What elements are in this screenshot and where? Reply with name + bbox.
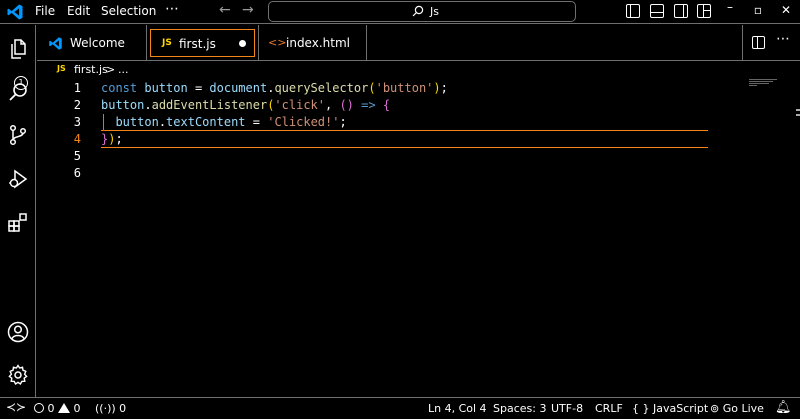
line-number: 2: [73, 98, 81, 112]
breadcrumb-more[interactable]: ...: [118, 63, 129, 76]
bell-icon[interactable]: 🔔︎: [775, 400, 792, 415]
warning-icon: [58, 403, 70, 413]
scroll-marker: [796, 114, 800, 116]
problems-indicator[interactable]: 0 0: [34, 402, 81, 415]
indentation[interactable]: Spaces: 3: [493, 402, 546, 415]
encoding[interactable]: UTF-8: [551, 402, 583, 415]
tab-welcome[interactable]: Welcome: [39, 29, 146, 57]
code-editor[interactable]: 1 2 3 4 5 6 const button = document.quer…: [37, 79, 800, 397]
current-line-highlight-bottom: [101, 147, 708, 148]
settings-gear-icon[interactable]: [6, 363, 30, 387]
current-line-highlight-top: [101, 130, 708, 131]
code-line-1: const button = document.querySelector('b…: [101, 81, 448, 95]
run-debug-icon[interactable]: [6, 167, 30, 191]
language-mode[interactable]: { } JavaScript: [632, 402, 708, 415]
minimap-line: [749, 81, 773, 82]
remote-indicator-icon[interactable]: ≺≻: [6, 400, 26, 414]
broadcast-icon: ((·)): [95, 402, 116, 415]
forward-arrow-icon[interactable]: →: [242, 2, 254, 18]
minimap-line: [749, 85, 757, 86]
error-icon: [34, 403, 44, 413]
broadcast-icon: ⊚: [710, 402, 720, 415]
tab-label: first.js: [179, 37, 216, 51]
scroll-marker: [796, 109, 800, 111]
tab-divider: [146, 25, 147, 61]
vscode-logo-icon: [7, 4, 23, 20]
command-center-search[interactable]: Js: [268, 1, 576, 22]
search-icon: [412, 5, 424, 17]
braces-icon: { }: [632, 402, 650, 415]
code-line-4: });: [101, 132, 123, 146]
split-editor-icon[interactable]: [752, 36, 765, 49]
unsaved-dot-icon[interactable]: [239, 40, 246, 47]
toggle-panel-icon[interactable]: [650, 4, 664, 18]
minimap-line: [749, 83, 769, 84]
extensions-icon[interactable]: [6, 210, 30, 234]
back-arrow-icon[interactable]: ←: [219, 2, 231, 18]
vscode-logo-icon: [49, 37, 62, 50]
line-number: 5: [73, 149, 81, 163]
warning-count: 0: [73, 402, 81, 415]
command-center-text: Js: [430, 5, 439, 18]
cursor-position[interactable]: Ln 4, Col 4: [428, 402, 487, 415]
ports-indicator[interactable]: ((·)) 0: [95, 402, 126, 415]
more-actions-icon[interactable]: ⋯: [776, 31, 790, 47]
customize-layout-icon[interactable]: [697, 4, 711, 18]
tab-divider: [366, 25, 367, 61]
line-number-active: 4: [73, 132, 81, 146]
line-number: 3: [73, 115, 81, 129]
code-line-2: button.addEventListener('click', () => {: [101, 98, 391, 112]
activity-bar: 1: [0, 25, 36, 397]
search-icon[interactable]: [6, 80, 30, 104]
menu-selection[interactable]: Selection: [101, 4, 156, 18]
ports-count: 0: [119, 402, 127, 415]
tab-label: Welcome: [70, 36, 125, 50]
close-window-button[interactable]: ✕: [779, 3, 793, 17]
editor-scrollbar[interactable]: [796, 79, 800, 397]
breadcrumb-separator: >: [106, 63, 116, 76]
line-number: 6: [73, 166, 81, 180]
explorer-icon[interactable]: [6, 37, 30, 61]
maximize-window-button[interactable]: ▫: [751, 3, 765, 17]
tab-divider: [258, 25, 259, 61]
end-of-line[interactable]: CRLF: [595, 402, 623, 415]
minimize-window-button[interactable]: –: [723, 0, 737, 14]
js-file-icon: JS: [57, 64, 66, 73]
status-bar: ≺≻ 0 0 ((·)) 0 Ln 4, Col 4 Spaces: 3 UTF…: [0, 397, 800, 419]
tab-divider: [742, 25, 743, 61]
code-line-3: button.textContent = 'Clicked!';: [115, 115, 347, 129]
menu-edit[interactable]: Edit: [67, 4, 90, 18]
html-file-icon: <>: [268, 36, 287, 49]
breadcrumb-file[interactable]: first.js: [74, 63, 108, 76]
source-control-icon[interactable]: [6, 123, 30, 147]
tab-label: index.html: [286, 36, 350, 50]
menu-file[interactable]: File: [35, 4, 55, 18]
title-bar: File Edit Selection ⋯ ← → Js – ▫ ✕: [0, 0, 800, 24]
menu-more[interactable]: ⋯: [165, 1, 180, 17]
editor-tab-bar: Welcome JS first.js <> index.html: [37, 25, 800, 61]
language-label: JavaScript: [653, 402, 709, 415]
line-number: 1: [73, 81, 81, 95]
js-file-icon: JS: [162, 38, 172, 48]
toggle-primary-sidebar-icon[interactable]: [626, 4, 640, 18]
go-live-label: Go Live: [722, 402, 764, 415]
go-live-button[interactable]: ⊚ Go Live: [710, 402, 764, 415]
tab-index-html[interactable]: <> index.html: [261, 29, 367, 57]
error-count: 0: [47, 402, 55, 415]
tab-first-js[interactable]: JS first.js: [150, 29, 255, 57]
toggle-secondary-sidebar-icon[interactable]: [674, 4, 688, 18]
account-icon[interactable]: [6, 320, 30, 344]
minimap-line: [749, 79, 777, 80]
